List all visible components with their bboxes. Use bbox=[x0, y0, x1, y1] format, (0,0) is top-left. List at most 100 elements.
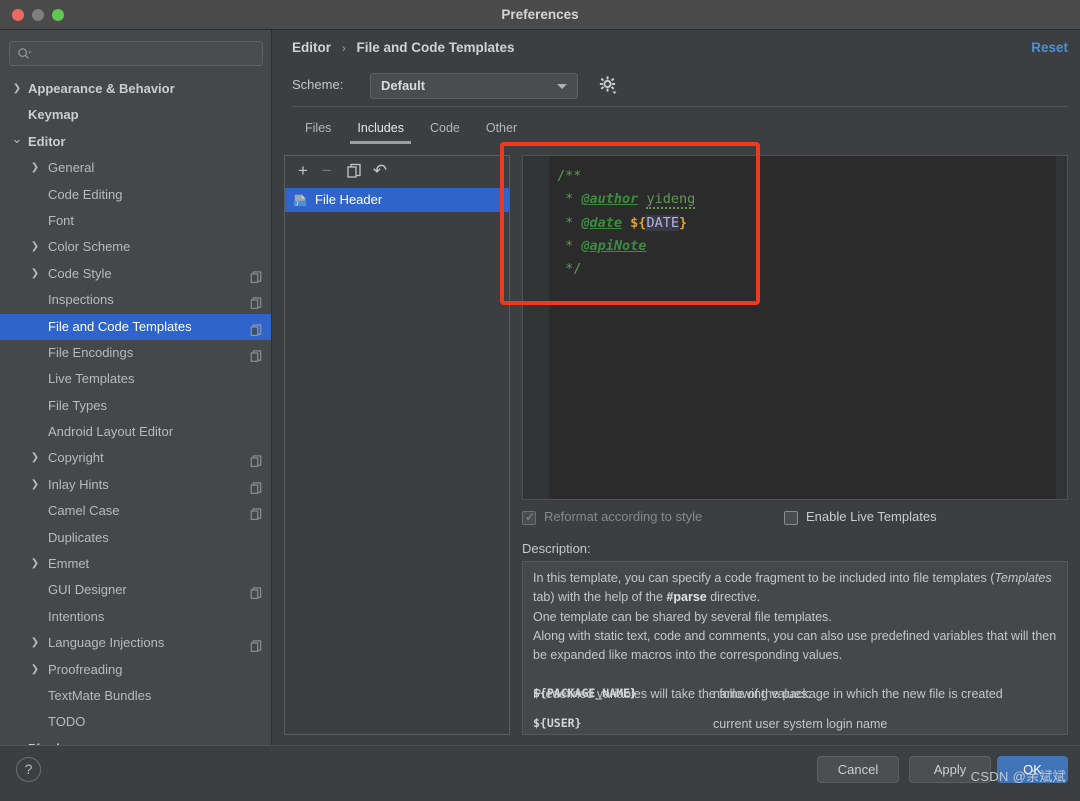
live-templates-checkbox[interactable] bbox=[784, 511, 798, 525]
search-box[interactable] bbox=[9, 41, 263, 66]
sidebar-item-copyright[interactable]: ❯Copyright bbox=[0, 445, 272, 471]
sidebar-item-duplicates[interactable]: Duplicates bbox=[0, 525, 272, 551]
sidebar-item-label: File and Code Templates bbox=[48, 314, 192, 340]
template-list-toolbar: +−↶ bbox=[285, 156, 509, 186]
sidebar-item-intentions[interactable]: Intentions bbox=[0, 604, 272, 630]
template-tabs: FilesIncludesCodeOther bbox=[292, 117, 530, 145]
code-token-jd: */ bbox=[557, 261, 581, 277]
sidebar-item-label: Keymap bbox=[28, 102, 79, 128]
chevron-right-icon[interactable]: ❯ bbox=[28, 472, 42, 498]
sidebar-item-file-encodings[interactable]: File Encodings bbox=[0, 340, 272, 366]
sidebar-item-font[interactable]: Font bbox=[0, 208, 272, 234]
sidebar-item-inlay-hints[interactable]: ❯Inlay Hints bbox=[0, 472, 272, 498]
settings-detail-pane: Editor › File and Code Templates Reset S… bbox=[272, 30, 1080, 745]
sidebar-item-code-editing[interactable]: Code Editing bbox=[0, 182, 272, 208]
sidebar-item-file-types[interactable]: File Types bbox=[0, 393, 272, 419]
code-line: * @author yideng bbox=[557, 188, 1059, 211]
sidebar-item-general[interactable]: ❯General bbox=[0, 155, 272, 181]
sidebar-item-appearance-behavior[interactable]: ❯Appearance & Behavior bbox=[0, 76, 272, 102]
sidebar-item-label: Font bbox=[48, 208, 74, 234]
chevron-right-icon[interactable]: ❯ bbox=[28, 155, 42, 181]
scheme-settings-button[interactable] bbox=[598, 75, 618, 97]
sidebar-item-android-layout-editor[interactable]: Android Layout Editor bbox=[0, 419, 272, 445]
list-item-label: File Header bbox=[315, 188, 382, 212]
sidebar-item-label: Duplicates bbox=[48, 525, 109, 551]
sidebar-item-label: TODO bbox=[48, 709, 85, 735]
variable-description: current user system login name bbox=[713, 717, 887, 731]
reset-template-button[interactable]: ↶ bbox=[370, 161, 390, 181]
sidebar-item-editor[interactable]: ⌄Editor bbox=[0, 129, 272, 155]
tab-other[interactable]: Other bbox=[473, 117, 530, 145]
scheme-select[interactable]: Default bbox=[370, 73, 578, 99]
chevron-right-icon[interactable]: ❯ bbox=[28, 234, 42, 260]
sidebar-item-label: Editor bbox=[28, 129, 66, 155]
copy-settings-icon[interactable] bbox=[250, 504, 263, 517]
apply-button[interactable]: Apply bbox=[909, 756, 991, 783]
sidebar-item-gui-designer[interactable]: GUI Designer bbox=[0, 577, 272, 603]
tab-includes[interactable]: Includes bbox=[344, 117, 417, 145]
description-panel: In this template, you can specify a code… bbox=[522, 561, 1068, 735]
editor-code-content: /** * @author yideng * @date ${DATE} * @… bbox=[557, 165, 1059, 281]
live-templates-checkbox-label[interactable]: Enable Live Templates bbox=[806, 509, 937, 524]
breadcrumb-root[interactable]: Editor bbox=[292, 40, 331, 55]
code-token-tag: @author bbox=[581, 191, 638, 207]
sidebar-item-camel-case[interactable]: Camel Case bbox=[0, 498, 272, 524]
chevron-down-icon[interactable]: ⌄ bbox=[10, 129, 24, 149]
code-token-jd: * bbox=[557, 191, 581, 207]
code-line: * @date ${DATE} bbox=[557, 212, 1059, 235]
copy-settings-icon[interactable] bbox=[250, 320, 263, 333]
chevron-right-icon[interactable]: ❯ bbox=[28, 261, 42, 287]
copy-settings-icon[interactable] bbox=[250, 451, 263, 464]
copy-settings-icon[interactable] bbox=[250, 583, 263, 596]
chevron-right-icon[interactable]: ❯ bbox=[28, 630, 42, 656]
sidebar-item-file-and-code-templates[interactable]: File and Code Templates bbox=[0, 314, 272, 340]
code-line: /** bbox=[557, 165, 1059, 188]
breadcrumb-leaf: File and Code Templates bbox=[357, 40, 515, 55]
template-code-editor[interactable]: /** * @author yideng * @date ${DATE} * @… bbox=[522, 155, 1068, 500]
search-input[interactable] bbox=[40, 42, 258, 65]
tab-code[interactable]: Code bbox=[417, 117, 473, 145]
search-field-wrapper bbox=[9, 41, 263, 66]
help-button[interactable]: ? bbox=[16, 757, 41, 782]
reset-link[interactable]: Reset bbox=[1031, 40, 1068, 55]
sidebar-item-label: Android Layout Editor bbox=[48, 419, 173, 445]
settings-sidebar: ❯Appearance & BehaviorKeymap⌄Editor❯Gene… bbox=[0, 30, 272, 745]
sidebar-item-language-injections[interactable]: ❯Language Injections bbox=[0, 630, 272, 656]
sidebar-item-code-style[interactable]: ❯Code Style bbox=[0, 261, 272, 287]
sidebar-item-textmate-bundles[interactable]: TextMate Bundles bbox=[0, 683, 272, 709]
sidebar-item-todo[interactable]: TODO bbox=[0, 709, 272, 735]
sidebar-item-live-templates[interactable]: Live Templates bbox=[0, 366, 272, 392]
copy-settings-icon[interactable] bbox=[250, 293, 263, 306]
chevron-right-icon[interactable]: ❯ bbox=[28, 445, 42, 471]
list-item[interactable]: J File Header bbox=[285, 188, 509, 212]
copy-settings-icon[interactable] bbox=[250, 636, 263, 649]
ok-button[interactable]: OK bbox=[997, 756, 1068, 783]
editor-scrollbar[interactable] bbox=[1056, 156, 1067, 499]
copy-settings-icon[interactable] bbox=[250, 478, 263, 491]
sidebar-item-emmet[interactable]: ❯Emmet bbox=[0, 551, 272, 577]
scheme-label: Scheme: bbox=[292, 77, 343, 92]
cancel-button[interactable]: Cancel bbox=[817, 756, 899, 783]
chevron-right-icon[interactable]: ❯ bbox=[28, 657, 42, 683]
add-template-button[interactable]: + bbox=[293, 161, 313, 181]
sidebar-item-keymap[interactable]: Keymap bbox=[0, 102, 272, 128]
sidebar-item-label: Live Templates bbox=[48, 366, 134, 392]
svg-text:J: J bbox=[296, 201, 299, 207]
tab-files[interactable]: Files bbox=[292, 117, 344, 145]
copy-settings-icon[interactable] bbox=[250, 346, 263, 359]
sidebar-item-proofreading[interactable]: ❯Proofreading bbox=[0, 657, 272, 683]
chevron-right-icon[interactable]: ❯ bbox=[10, 76, 24, 102]
sidebar-item-inspections[interactable]: Inspections bbox=[0, 287, 272, 313]
sidebar-item-color-scheme[interactable]: ❯Color Scheme bbox=[0, 234, 272, 260]
sidebar-item-label: General bbox=[48, 155, 94, 181]
description-text: In this template, you can specify a code… bbox=[533, 569, 1059, 704]
copy-template-button[interactable] bbox=[344, 161, 364, 181]
editor-options-row: ✓ Reformat according to style Enable Liv… bbox=[522, 509, 1080, 529]
sidebar-item-label: Copyright bbox=[48, 445, 104, 471]
chevron-right-icon[interactable]: ❯ bbox=[28, 551, 42, 577]
sidebar-item-plugins[interactable]: Plugins bbox=[0, 736, 272, 745]
variable-name: ${PACKAGE_NAME} bbox=[533, 686, 637, 700]
copy-settings-icon[interactable] bbox=[250, 267, 263, 280]
breadcrumb-separator-icon: › bbox=[342, 41, 346, 55]
code-token-jd: * bbox=[557, 238, 581, 254]
